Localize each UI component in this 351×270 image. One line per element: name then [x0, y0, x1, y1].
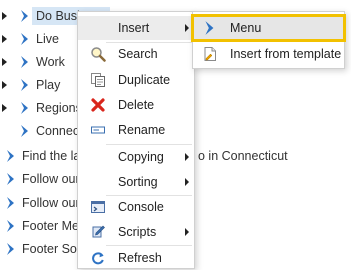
chevron-icon: [21, 10, 28, 22]
menu-item-label: Search: [118, 47, 158, 61]
expand-triangle-icon[interactable]: [2, 35, 7, 43]
submenu-item-insert-from-template[interactable]: Insert from template: [193, 42, 344, 66]
chevron-icon: [7, 173, 14, 185]
submenu-arrow-icon: [185, 24, 189, 32]
submenu-arrow-icon: [185, 178, 189, 186]
chevron-icon: [7, 150, 14, 162]
submenu-arrow-icon: [185, 153, 189, 161]
menu-item-insert[interactable]: Insert: [78, 16, 194, 40]
tree-item-work[interactable]: Work: [0, 51, 65, 73]
chevron-icon: [21, 79, 28, 91]
menu-item-label: Sorting: [118, 175, 158, 189]
expand-triangle-icon[interactable]: [2, 104, 7, 112]
menu-item-copying[interactable]: Copying: [78, 145, 194, 169]
tree-item-play[interactable]: Play: [0, 74, 60, 96]
context-menu: Insert Search Duplicate Delete Rename Co…: [77, 11, 195, 269]
chevron-icon: [7, 243, 14, 255]
tree-item-label: Connect: [36, 124, 83, 138]
expand-triangle-icon[interactable]: [2, 58, 7, 66]
submenu-item-label: Insert from template: [230, 47, 342, 61]
expand-triangle-icon[interactable]: [2, 81, 7, 89]
tree-item-footer-social[interactable]: Footer Soc: [0, 238, 83, 260]
tree-item-follow-our-1[interactable]: Follow our: [0, 168, 80, 190]
submenu-item-menu[interactable]: Menu: [191, 14, 346, 42]
menu-item-sorting[interactable]: Sorting: [78, 170, 194, 194]
red-x-icon: [91, 98, 105, 112]
menu-item-label: Duplicate: [118, 73, 171, 87]
submenu-arrow-icon: [185, 228, 189, 236]
tree-item-find-latest[interactable]: Find the lat: [0, 145, 84, 167]
insert-submenu: Menu Insert from template: [191, 11, 346, 69]
chevron-icon: [7, 197, 14, 209]
chevron-icon: [21, 56, 28, 68]
menu-item-label: Rename: [118, 123, 166, 137]
menu-item-rename[interactable]: Rename: [78, 118, 194, 142]
refresh-icon: [92, 252, 104, 265]
chevron-icon: [21, 33, 28, 45]
scripts-icon: [92, 225, 105, 238]
tree-item-live[interactable]: Live: [0, 28, 59, 50]
chevron-icon: [7, 220, 14, 232]
tree-item-label: Play: [36, 78, 61, 92]
menu-item-label: Console: [118, 200, 164, 214]
tree-item-regions[interactable]: Regions: [0, 97, 82, 119]
tree-item-connect[interactable]: Connect: [0, 120, 83, 142]
submenu-item-label: Menu: [230, 21, 262, 35]
tree-item-label: Find the lat: [22, 149, 84, 163]
menu-item-scripts[interactable]: Scripts: [78, 220, 194, 244]
template-icon: [204, 47, 216, 61]
menu-item-console[interactable]: Console: [78, 195, 194, 219]
tree-item-footer-menu[interactable]: Footer Men: [0, 215, 86, 237]
magnifier-icon: [91, 47, 106, 62]
menu-item-refresh[interactable]: Refresh: [78, 246, 194, 270]
rename-icon: [91, 126, 105, 134]
menu-item-label: Insert: [118, 21, 150, 35]
chevron-icon: [205, 21, 214, 35]
menu-item-search[interactable]: Search: [78, 42, 194, 66]
menu-item-duplicate[interactable]: Duplicate: [78, 68, 194, 92]
menu-item-delete[interactable]: Delete: [78, 93, 194, 117]
tree-item-label: Regions: [36, 101, 82, 115]
chevron-icon: [21, 102, 28, 114]
tree-item-label: Work: [36, 55, 65, 69]
tree-item-label: Footer Soc: [22, 242, 84, 256]
tree-item-follow-our-2[interactable]: Follow our: [0, 192, 80, 214]
tree-item-label: Follow our: [22, 172, 80, 186]
expand-triangle-icon[interactable]: [2, 12, 7, 20]
duplicate-icon: [91, 73, 105, 87]
menu-item-label: Refresh: [118, 251, 162, 265]
tree-item-label: Follow our: [22, 196, 80, 210]
console-icon: [91, 201, 105, 213]
tree-item-label: Live: [36, 32, 59, 46]
chevron-icon: [21, 125, 28, 137]
menu-item-label: Copying: [118, 150, 164, 164]
menu-item-label: Delete: [118, 98, 155, 112]
menu-item-label: Scripts: [118, 225, 157, 239]
tree-item-label-suffix: o in Connecticut: [198, 149, 288, 163]
